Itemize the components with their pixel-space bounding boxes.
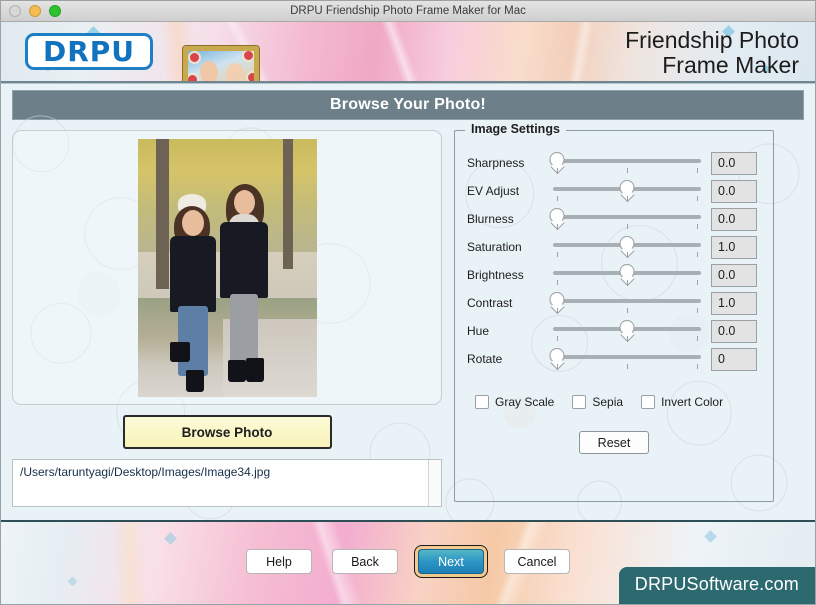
setting-slider[interactable] [553, 177, 701, 205]
setting-slider[interactable] [553, 317, 701, 345]
slider-ticks [553, 364, 701, 370]
preview-photo [137, 138, 317, 397]
setting-row: Brightness 0.0 [467, 261, 761, 289]
setting-value[interactable]: 0 [711, 347, 757, 371]
setting-value[interactable]: 0.0 [711, 319, 757, 343]
slider-thumb[interactable] [619, 180, 635, 195]
setting-value[interactable]: 0.0 [711, 207, 757, 231]
checkbox-box[interactable] [572, 395, 587, 409]
drpu-logo: DRPU [25, 33, 153, 70]
setting-row: Saturation 1.0 [467, 233, 761, 261]
slider-thumb[interactable] [549, 348, 565, 363]
slider-track[interactable] [553, 299, 701, 303]
checkbox-label: Invert Color [661, 395, 724, 409]
setting-slider[interactable] [549, 345, 701, 373]
setting-slider[interactable] [549, 205, 701, 233]
back-button[interactable]: Back [332, 549, 398, 574]
slider-thumb[interactable] [549, 208, 565, 223]
help-button[interactable]: Help [246, 549, 312, 574]
setting-slider[interactable] [553, 261, 701, 289]
setting-value[interactable]: 1.0 [711, 235, 757, 259]
watermark: DRPUSoftware.com [618, 567, 815, 604]
setting-label: Contrast [467, 296, 513, 310]
checkbox-box[interactable] [475, 395, 489, 409]
setting-slider[interactable] [549, 149, 701, 177]
image-settings-panel: Image Settings Sharpness 0.0 EV Adjust 0.0 B… [454, 122, 774, 502]
diamond-icon [164, 532, 177, 545]
slider-track[interactable] [553, 215, 701, 219]
slider-ticks [553, 336, 701, 342]
checkbox-box[interactable] [641, 395, 656, 409]
setting-row: Contrast 1.0 [467, 289, 761, 317]
setting-label: Blurness [467, 212, 514, 226]
brand-banner: DRPU Friendship Photo Frame Maker [1, 22, 815, 83]
body-row: Browse Photo /Users/taruntyagi/Desktop/I… [1, 120, 815, 507]
slider-ticks [553, 224, 701, 230]
right-column: Image Settings Sharpness 0.0 EV Adjust 0.0 B… [454, 122, 774, 507]
left-column: Browse Photo /Users/taruntyagi/Desktop/I… [12, 130, 442, 507]
app-title: Friendship Photo Frame Maker [625, 28, 799, 78]
checkbox-item[interactable]: Invert Color [641, 395, 723, 409]
checkbox-label: Sepia [592, 395, 624, 409]
setting-row: Sharpness 0.0 [467, 149, 761, 177]
effect-checkboxes: Gray Scale Sepia Invert Color [467, 395, 761, 409]
diamond-icon [704, 530, 717, 543]
section-heading-wrap: Browse Your Photo! [1, 84, 815, 120]
app-window: DRPU Friendship Photo Frame Maker for Ma… [0, 0, 816, 605]
next-button[interactable]: Next [418, 549, 484, 574]
setting-row: Blurness 0.0 [467, 205, 761, 233]
settings-rows: Sharpness 0.0 EV Adjust 0.0 Blurness 0.0 Satur… [467, 149, 761, 373]
setting-row: Rotate 0 [467, 345, 761, 373]
slider-thumb[interactable] [619, 236, 635, 251]
slider-ticks [553, 196, 701, 202]
checkbox-label: Gray Scale [495, 395, 555, 409]
setting-row: EV Adjust 0.0 [467, 177, 761, 205]
title-bar: DRPU Friendship Photo Frame Maker for Ma… [1, 1, 815, 22]
setting-label: Hue [467, 324, 490, 338]
reset-button[interactable]: Reset [579, 431, 649, 454]
page-title: Browse Your Photo! [12, 90, 804, 120]
setting-label: Brightness [467, 268, 524, 282]
slider-ticks [553, 308, 701, 314]
cancel-button[interactable]: Cancel [504, 549, 570, 574]
slider-track[interactable] [553, 159, 701, 163]
window-title: DRPU Friendship Photo Frame Maker for Ma… [290, 5, 526, 17]
file-path-text: /Users/taruntyagi/Desktop/Images/Image34… [20, 465, 271, 479]
reset-wrap: Reset [467, 431, 761, 454]
setting-label: Saturation [467, 240, 522, 254]
slider-thumb[interactable] [619, 264, 635, 279]
slider-ticks [553, 252, 701, 258]
slider-ticks [553, 168, 701, 174]
sample-frame-thumbnail [183, 46, 259, 81]
setting-label: EV Adjust [467, 184, 520, 198]
slider-ticks [553, 280, 701, 286]
setting-label: Sharpness [467, 156, 525, 170]
setting-value[interactable]: 0.0 [711, 151, 757, 175]
slider-thumb[interactable] [549, 292, 565, 307]
slider-thumb[interactable] [549, 152, 565, 167]
setting-label: Rotate [467, 352, 503, 366]
file-path-field[interactable]: /Users/taruntyagi/Desktop/Images/Image34… [12, 459, 442, 507]
content-area: Browse Your Photo! Browse Photo /Users/t… [1, 83, 815, 520]
app-title-line2: Frame Maker [662, 52, 799, 78]
checkbox-item[interactable]: Sepia [572, 395, 623, 409]
file-path-scrollbar[interactable] [428, 460, 441, 506]
app-title-line1: Friendship Photo [625, 27, 799, 53]
setting-slider[interactable] [549, 289, 701, 317]
setting-value[interactable]: 1.0 [711, 291, 757, 315]
image-settings-legend: Image Settings [465, 122, 566, 136]
diamond-icon [67, 576, 78, 587]
setting-value[interactable]: 0.0 [711, 263, 757, 287]
setting-row: Hue 0.0 [467, 317, 761, 345]
photo-preview-area [12, 130, 442, 405]
slider-thumb[interactable] [619, 320, 635, 335]
setting-value[interactable]: 0.0 [711, 179, 757, 203]
slider-track[interactable] [553, 355, 701, 359]
setting-slider[interactable] [553, 233, 701, 261]
checkbox-item[interactable]: Gray Scale [475, 395, 554, 409]
footer: Help Back Next Cancel DRPUSoftware.com [1, 520, 815, 604]
browse-photo-button[interactable]: Browse Photo [122, 415, 332, 449]
